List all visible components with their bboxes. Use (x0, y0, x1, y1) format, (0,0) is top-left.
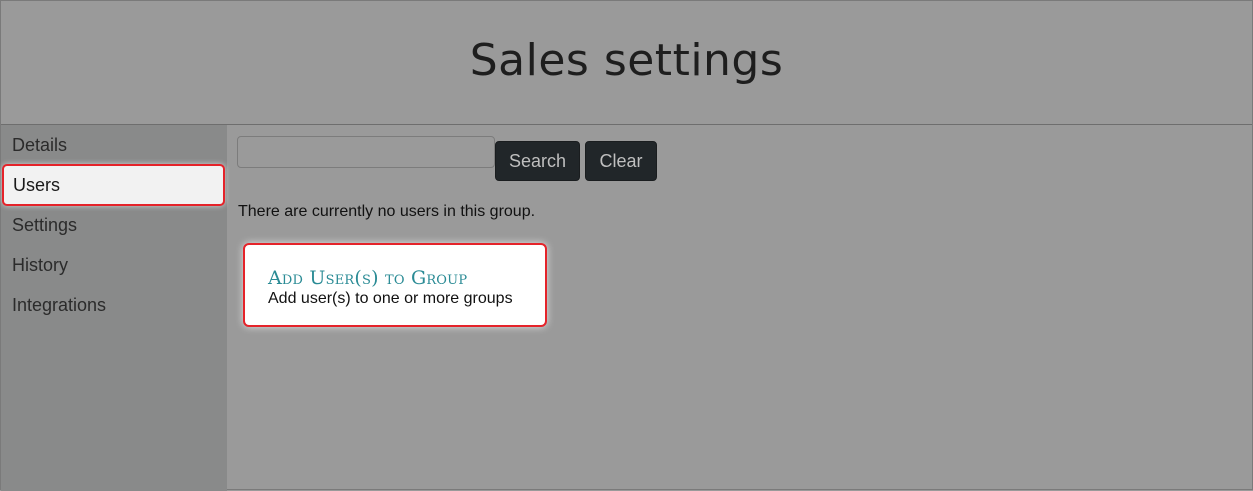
sidebar-item-label: Users (13, 174, 61, 195)
sidebar-item-details[interactable]: Details (1, 125, 227, 165)
sidebar-item-integrations[interactable]: Integrations (1, 285, 227, 325)
page-header: Sales settings (1, 1, 1252, 125)
add-users-to-group-link[interactable]: Add User(s) to Group (268, 267, 545, 289)
app-window: Sales settings Details Users Settings Hi… (0, 0, 1253, 491)
page-title: Sales settings (469, 35, 784, 86)
sidebar-item-users[interactable]: Users (2, 164, 225, 206)
clear-button[interactable]: Clear (585, 141, 657, 181)
sidebar-item-label: History (12, 254, 69, 275)
add-users-to-group-description: Add user(s) to one or more groups (268, 290, 513, 307)
sidebar-item-settings[interactable]: Settings (1, 205, 227, 245)
sidebar-item-history[interactable]: History (1, 245, 227, 285)
sidebar: Details Users Settings History Integrati… (1, 125, 227, 491)
search-button[interactable]: Search (495, 141, 580, 181)
sidebar-item-label: Details (12, 134, 68, 155)
sidebar-item-label: Settings (12, 214, 78, 235)
add-users-to-group-card[interactable]: Add User(s) to Group Add user(s) to one … (243, 243, 547, 327)
search-input[interactable] (237, 136, 495, 168)
sidebar-item-label: Integrations (12, 294, 107, 315)
empty-state-message: There are currently no users in this gro… (238, 203, 536, 220)
